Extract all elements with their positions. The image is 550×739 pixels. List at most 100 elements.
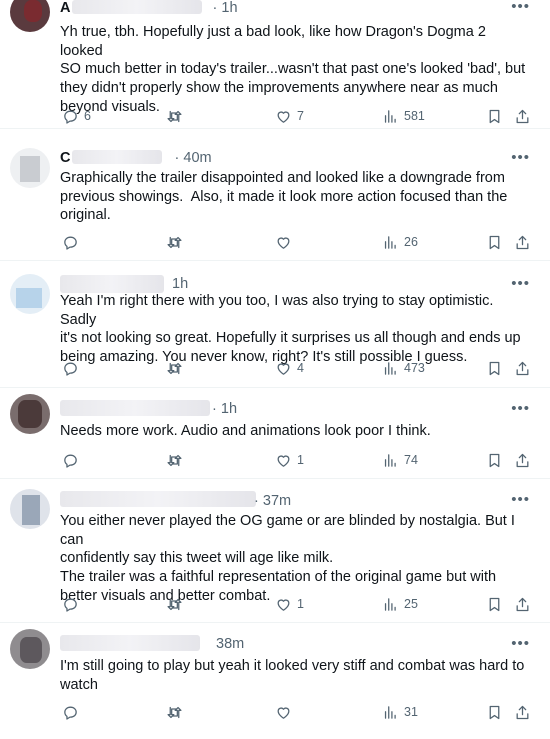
bookmark-button[interactable] xyxy=(486,450,503,470)
share-button[interactable] xyxy=(514,702,531,722)
tweet-text: Yh true, tbh. Hopefully just a bad look,… xyxy=(60,24,526,115)
share-icon xyxy=(514,360,531,377)
views-icon xyxy=(382,360,399,377)
timestamp[interactable]: 38m xyxy=(216,636,244,652)
share-icon xyxy=(514,596,531,613)
repost-icon xyxy=(166,360,183,377)
like-button[interactable] xyxy=(275,232,297,252)
timestamp[interactable]: · 1h xyxy=(213,0,238,16)
reply-tweet[interactable]: C · 40m ••• Graphically the trailer disa… xyxy=(0,129,550,261)
share-button[interactable] xyxy=(514,232,531,252)
share-icon xyxy=(514,108,531,125)
tweet-text: Yeah I'm right there with you too, I was… xyxy=(60,293,521,366)
share-button[interactable] xyxy=(514,594,531,614)
repost-button[interactable] xyxy=(166,106,188,126)
like-count: 7 xyxy=(297,109,304,123)
reply-icon xyxy=(62,596,79,613)
avatar[interactable] xyxy=(10,0,50,32)
reply-button[interactable]: 6 xyxy=(62,106,91,126)
bookmark-icon xyxy=(486,452,503,469)
tweet-text: You either never played the OG game or a… xyxy=(60,513,515,604)
heart-icon xyxy=(275,452,292,469)
views-count: 473 xyxy=(404,361,425,375)
action-bar: 6 7 581 xyxy=(0,106,550,126)
reply-icon xyxy=(62,452,79,469)
views-button[interactable]: 473 xyxy=(382,358,425,378)
more-icon[interactable]: ••• xyxy=(511,635,530,652)
reply-button[interactable] xyxy=(62,450,84,470)
like-count: 1 xyxy=(297,453,304,467)
like-button[interactable] xyxy=(275,702,297,722)
reply-button[interactable] xyxy=(62,594,84,614)
views-icon xyxy=(382,704,399,721)
share-button[interactable] xyxy=(514,106,531,126)
timestamp[interactable]: · 37m xyxy=(254,493,291,509)
reply-button[interactable] xyxy=(62,232,84,252)
tweet-text: Needs more work. Audio and animations lo… xyxy=(60,423,431,439)
share-button[interactable] xyxy=(514,450,531,470)
bookmark-button[interactable] xyxy=(486,106,503,126)
bookmark-icon xyxy=(486,704,503,721)
heart-icon xyxy=(275,596,292,613)
repost-button[interactable] xyxy=(166,594,188,614)
views-button[interactable]: 25 xyxy=(382,594,418,614)
more-icon[interactable]: ••• xyxy=(511,400,530,417)
reply-tweet[interactable]: · 37m ••• You either never played the OG… xyxy=(0,479,550,623)
reply-button[interactable] xyxy=(62,702,84,722)
heart-icon xyxy=(275,108,292,125)
reply-tweet[interactable]: 1h ••• Yeah I'm right there with you too… xyxy=(0,261,550,388)
avatar[interactable] xyxy=(10,394,50,434)
reply-tweet[interactable]: 38m ••• I'm still going to play but yeah… xyxy=(0,623,550,739)
views-button[interactable]: 581 xyxy=(382,106,425,126)
views-icon xyxy=(382,452,399,469)
bookmark-button[interactable] xyxy=(486,358,503,378)
action-bar: 31 xyxy=(0,702,550,722)
timestamp[interactable]: · 1h xyxy=(212,401,237,417)
share-button[interactable] xyxy=(514,358,531,378)
views-count: 74 xyxy=(404,453,418,467)
reply-tweet[interactable]: · 1h ••• Needs more work. Audio and anim… xyxy=(0,388,550,479)
timestamp[interactable]: · 40m xyxy=(175,150,212,166)
repost-button[interactable] xyxy=(166,358,188,378)
more-icon[interactable]: ••• xyxy=(511,275,530,292)
more-icon[interactable]: ••• xyxy=(511,149,530,166)
avatar[interactable] xyxy=(10,629,50,669)
avatar[interactable] xyxy=(10,148,50,188)
timestamp[interactable]: 1h xyxy=(172,276,188,292)
reply-button[interactable] xyxy=(62,358,84,378)
views-count: 581 xyxy=(404,109,425,123)
share-icon xyxy=(514,452,531,469)
views-count: 31 xyxy=(404,705,418,719)
author-name[interactable]: C xyxy=(60,150,70,166)
views-count: 26 xyxy=(404,235,418,249)
like-button[interactable]: 7 xyxy=(275,106,304,126)
views-button[interactable]: 74 xyxy=(382,450,418,470)
like-button[interactable]: 4 xyxy=(275,358,304,378)
bookmark-button[interactable] xyxy=(486,232,503,252)
views-button[interactable]: 26 xyxy=(382,232,418,252)
like-count: 1 xyxy=(297,597,304,611)
bookmark-button[interactable] xyxy=(486,594,503,614)
share-icon xyxy=(514,704,531,721)
bookmark-button[interactable] xyxy=(486,702,503,722)
more-icon[interactable]: ••• xyxy=(511,0,530,15)
heart-icon xyxy=(275,704,292,721)
tweet-text: I'm still going to play but yeah it look… xyxy=(60,658,525,693)
reply-tweet[interactable]: A · 1h ••• Yh true, tbh. Hopefully just … xyxy=(0,0,550,129)
bookmark-icon xyxy=(486,234,503,251)
avatar[interactable] xyxy=(10,489,50,529)
repost-icon xyxy=(166,452,183,469)
like-button[interactable]: 1 xyxy=(275,594,304,614)
more-icon[interactable]: ••• xyxy=(511,491,530,508)
repost-button[interactable] xyxy=(166,702,188,722)
like-button[interactable]: 1 xyxy=(275,450,304,470)
reply-icon xyxy=(62,704,79,721)
reply-count: 6 xyxy=(84,109,91,123)
author-name[interactable]: A xyxy=(60,0,70,16)
repost-button[interactable] xyxy=(166,450,188,470)
views-button[interactable]: 31 xyxy=(382,702,418,722)
action-bar: 4 473 xyxy=(0,358,550,378)
avatar[interactable] xyxy=(10,274,50,314)
views-icon xyxy=(382,108,399,125)
repost-button[interactable] xyxy=(166,232,188,252)
